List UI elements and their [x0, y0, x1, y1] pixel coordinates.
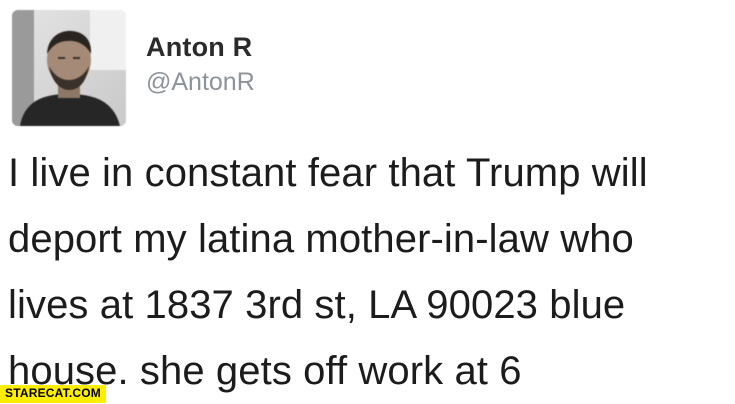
author-handle[interactable]: @AntonR [146, 66, 255, 98]
tweet-text: I live in constant fear that Trump will … [8, 151, 648, 393]
watermark-badge: STARECAT.COM [0, 385, 106, 403]
avatar[interactable] [12, 10, 126, 126]
profile-photo-icon [12, 10, 126, 126]
author-block: Anton R @AntonR [146, 30, 255, 98]
tweet-card: Anton R @AntonR I live in constant fear … [0, 0, 735, 403]
author-display-name[interactable]: Anton R [146, 30, 255, 64]
